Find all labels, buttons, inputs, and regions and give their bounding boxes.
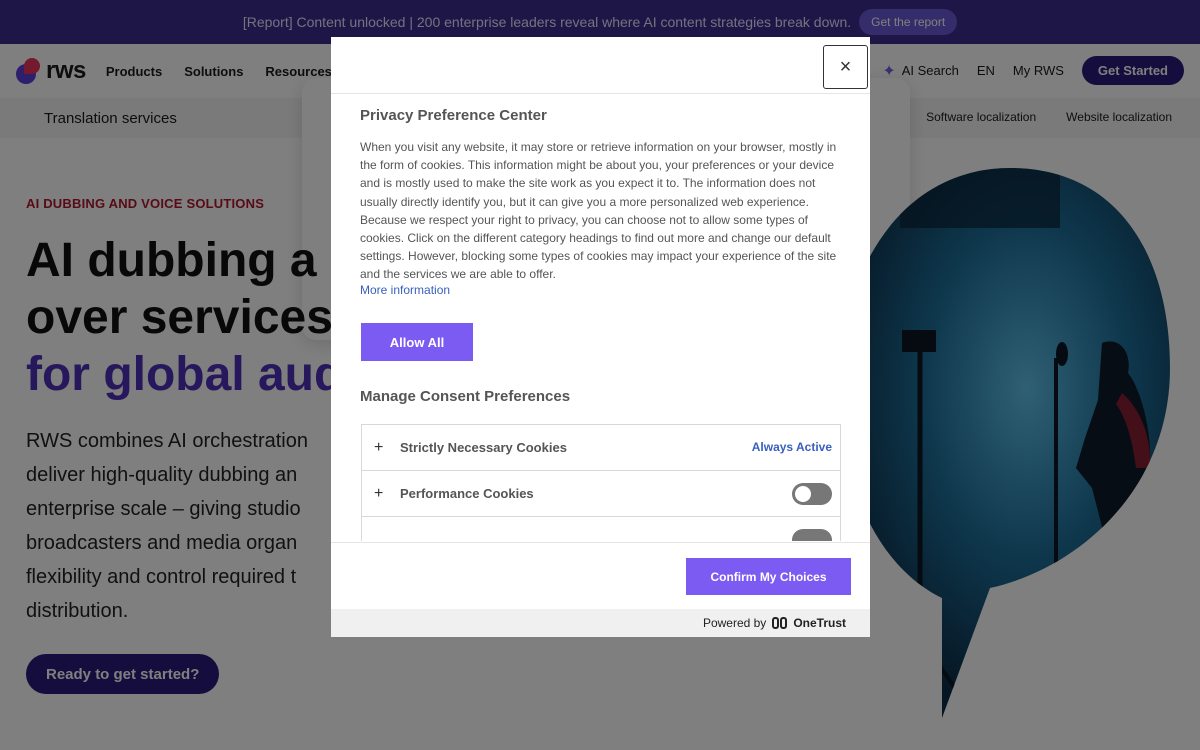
powered-by-label: Powered by <box>702 616 767 630</box>
category-next-partial[interactable] <box>362 517 840 541</box>
modal-scroll-area[interactable]: Privacy Preference Center When you visit… <box>331 95 870 541</box>
onetrust-logo-icon <box>772 617 788 629</box>
modal-header: × <box>331 37 870 94</box>
performance-toggle[interactable] <box>792 483 832 505</box>
privacy-preference-modal: × Privacy Preference Center When you vis… <box>331 37 870 637</box>
toggle-knob <box>795 486 811 502</box>
onetrust-brand: OneTrust <box>793 616 846 630</box>
always-active-status: Always Active <box>751 440 832 454</box>
manage-consent-title: Manage Consent Preferences <box>360 388 571 405</box>
allow-all-button[interactable]: Allow All <box>361 323 473 361</box>
category-label: Performance Cookies <box>400 486 534 501</box>
preference-center-title: Privacy Preference Center <box>360 107 547 124</box>
expand-plus-icon[interactable]: + <box>374 485 388 503</box>
category-performance[interactable]: + Performance Cookies <box>362 471 840 517</box>
close-button[interactable]: × <box>823 45 868 89</box>
powered-by-onetrust[interactable]: Powered by OneTrust <box>331 609 870 637</box>
more-information-link[interactable]: More information <box>360 283 450 297</box>
preference-center-description: When you visit any website, it may store… <box>360 140 837 282</box>
expand-plus-icon[interactable]: + <box>374 439 388 457</box>
category-label: Strictly Necessary Cookies <box>400 440 567 455</box>
consent-category-list: + Strictly Necessary Cookies Always Acti… <box>361 424 841 541</box>
next-category-toggle[interactable] <box>792 529 832 541</box>
category-strictly-necessary[interactable]: + Strictly Necessary Cookies Always Acti… <box>362 425 840 471</box>
confirm-my-choices-button[interactable]: Confirm My Choices <box>686 558 851 595</box>
modal-footer: Confirm My Choices <box>331 542 870 609</box>
